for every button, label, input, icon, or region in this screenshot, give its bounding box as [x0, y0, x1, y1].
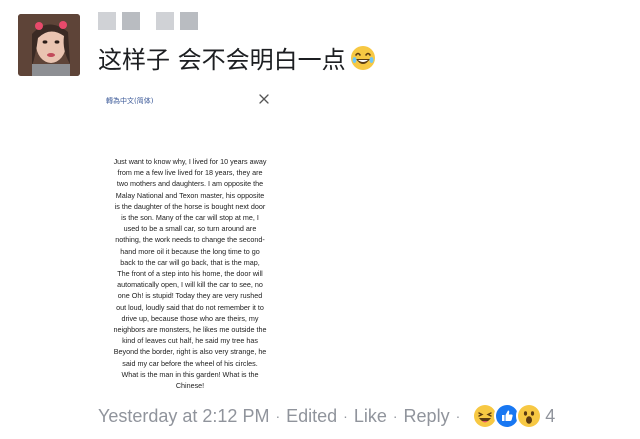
avatar[interactable] [18, 14, 80, 76]
wow-reaction-icon [516, 403, 543, 429]
comment-post: 这样子 会不会明白一点 轉為中文(简体) Just want to know w… [0, 0, 640, 439]
redaction-block [122, 12, 140, 30]
like-link[interactable]: Like [354, 406, 387, 427]
separator: · [455, 408, 461, 424]
avatar-image [18, 14, 80, 76]
separator: · [392, 408, 398, 424]
laughing-emoji-icon [350, 45, 376, 71]
edited-link[interactable]: Edited [286, 406, 337, 427]
redaction-block [98, 12, 116, 30]
separator: · [275, 408, 281, 424]
reaction-count: 4 [545, 405, 556, 426]
reactions-summary[interactable]: 4 [472, 403, 555, 429]
redaction-block [180, 12, 198, 30]
close-icon [259, 94, 269, 104]
comment-footer: Yesterday at 2:12 PM · Edited · Like · R… [98, 403, 555, 429]
reply-link[interactable]: Reply [404, 406, 450, 427]
comment-text: 这样子 会不会明白一点 [98, 46, 346, 74]
separator: · [343, 408, 348, 424]
redaction-block [156, 12, 174, 30]
translate-header: 轉為中文(简体) [106, 97, 154, 105]
author-name-redacted[interactable] [98, 12, 198, 32]
comment-message: 这样子 会不会明白一点 [98, 40, 376, 75]
translated-text: Just want to know why, I lived for 10 ye… [113, 157, 267, 391]
shared-translation-screenshot[interactable]: 轉為中文(简体) Just want to know why, I lived … [98, 88, 280, 390]
timestamp-link[interactable]: Yesterday at 2:12 PM [98, 406, 269, 427]
